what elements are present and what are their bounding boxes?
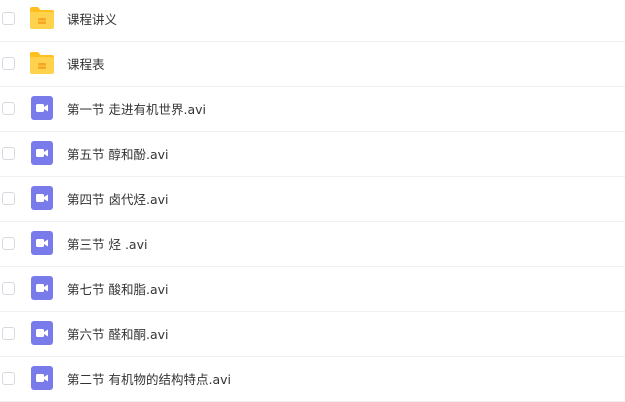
file-row[interactable]: 课程讲义: [0, 0, 625, 42]
file-row[interactable]: 第六节 醛和酮.avi: [0, 312, 625, 357]
row-checkbox[interactable]: [2, 327, 15, 340]
row-checkbox[interactable]: [2, 237, 15, 250]
row-checkbox[interactable]: [2, 372, 15, 385]
file-name[interactable]: 第四节 卤代烃.avi: [67, 192, 168, 208]
row-checkbox[interactable]: [2, 147, 15, 160]
file-row[interactable]: 课程表: [0, 42, 625, 87]
file-name[interactable]: 课程表: [67, 57, 105, 73]
file-name[interactable]: 第三节 烃 .avi: [67, 237, 147, 253]
row-checkbox[interactable]: [2, 282, 15, 295]
file-row[interactable]: 第二节 有机物的结构特点.avi: [0, 357, 625, 402]
file-row[interactable]: 第七节 酸和脂.avi: [0, 267, 625, 312]
file-row[interactable]: 第三节 烃 .avi: [0, 222, 625, 267]
file-name[interactable]: 第七节 酸和脂.avi: [67, 282, 168, 298]
row-checkbox[interactable]: [2, 192, 15, 205]
video-file-icon: [29, 186, 55, 210]
file-name[interactable]: 第六节 醛和酮.avi: [67, 327, 168, 343]
video-file-icon: [29, 141, 55, 165]
video-file-icon: [29, 366, 55, 390]
file-name[interactable]: 课程讲义: [67, 12, 117, 28]
file-row[interactable]: 第五节 醇和酚.avi: [0, 132, 625, 177]
folder-icon: [29, 6, 55, 30]
video-file-icon: [29, 231, 55, 255]
row-checkbox[interactable]: [2, 12, 15, 25]
folder-icon: [29, 51, 55, 75]
file-name[interactable]: 第五节 醇和酚.avi: [67, 147, 168, 163]
row-checkbox[interactable]: [2, 102, 15, 115]
file-name[interactable]: 第一节 走进有机世界.avi: [67, 102, 206, 118]
file-name[interactable]: 第二节 有机物的结构特点.avi: [67, 372, 231, 388]
file-list: 课程讲义 课程表 第一节 走进有机世界.avi 第五节 醇和酚.avi 第四节 …: [0, 0, 625, 402]
file-row[interactable]: 第一节 走进有机世界.avi: [0, 87, 625, 132]
video-file-icon: [29, 96, 55, 120]
row-checkbox[interactable]: [2, 57, 15, 70]
video-file-icon: [29, 321, 55, 345]
video-file-icon: [29, 276, 55, 300]
file-row[interactable]: 第四节 卤代烃.avi: [0, 177, 625, 222]
